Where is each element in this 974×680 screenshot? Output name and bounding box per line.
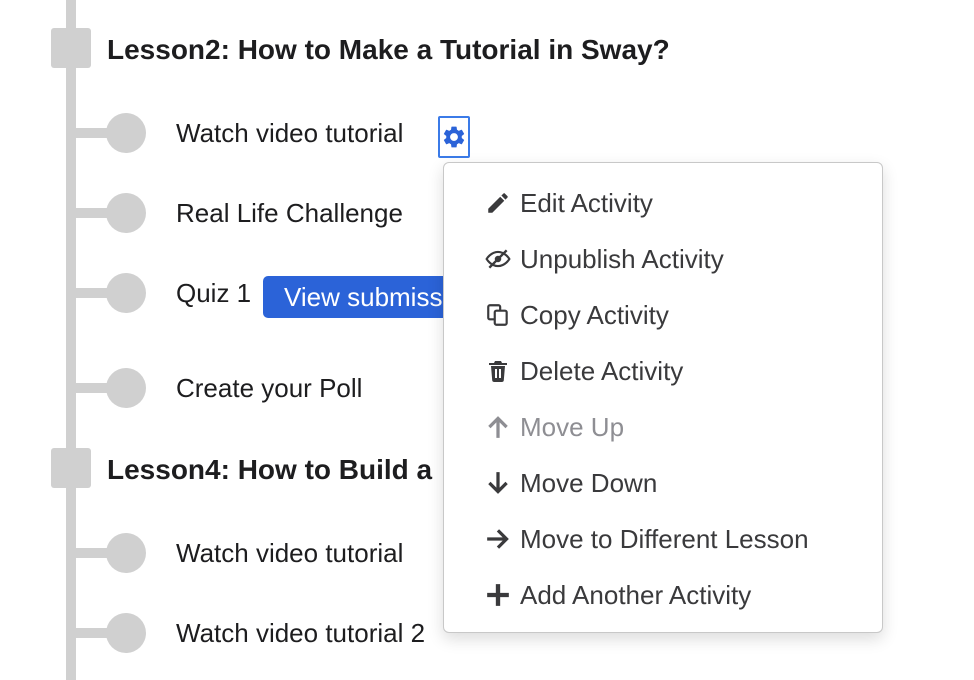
arrow-up-icon — [484, 413, 512, 441]
activity-marker — [106, 273, 146, 313]
lesson-marker — [51, 448, 91, 488]
plus-icon — [484, 581, 512, 609]
menu-item-label: Move to Different Lesson — [520, 523, 809, 554]
menu-item-label: Copy Activity — [520, 299, 669, 330]
menu-item-label: Move Up — [520, 411, 625, 442]
pencil-icon — [484, 189, 512, 217]
activity-marker — [106, 368, 146, 408]
activity-label-real-life-challenge[interactable]: Real Life Challenge — [176, 198, 403, 229]
activity-marker — [106, 113, 146, 153]
view-submissions-button[interactable]: View submissions — [263, 276, 463, 318]
activity-label-quiz-1[interactable]: Quiz 1 — [176, 278, 251, 309]
copy-icon — [484, 301, 512, 329]
menu-item-delete-activity[interactable]: Delete Activity — [484, 351, 683, 391]
eye-slash-icon — [484, 245, 512, 273]
activity-label-create-your-poll[interactable]: Create your Poll — [176, 373, 362, 404]
activity-context-menu: Edit Activity Unpublish Activity Copy Ac… — [443, 162, 883, 633]
menu-item-move-down[interactable]: Move Down — [484, 463, 657, 503]
menu-item-label: Add Another Activity — [520, 579, 752, 610]
activity-label-watch-video-tutorial[interactable]: Watch video tutorial — [176, 538, 403, 569]
activity-label-watch-video-tutorial[interactable]: Watch video tutorial — [176, 118, 403, 149]
gear-icon — [443, 126, 465, 148]
menu-item-edit-activity[interactable]: Edit Activity — [484, 183, 653, 223]
activity-marker — [106, 613, 146, 653]
timeline-rail — [66, 0, 76, 680]
activity-marker — [106, 533, 146, 573]
menu-item-copy-activity[interactable]: Copy Activity — [484, 295, 669, 335]
lesson-title[interactable]: Lesson2: How to Make a Tutorial in Sway? — [107, 34, 670, 66]
activity-marker — [106, 193, 146, 233]
arrow-down-icon — [484, 469, 512, 497]
menu-item-add-another-activity[interactable]: Add Another Activity — [484, 575, 751, 615]
menu-item-label: Move Down — [520, 467, 658, 498]
menu-item-move-to-different-lesson[interactable]: Move to Different Lesson — [484, 519, 809, 559]
activity-label-watch-video-tutorial-2[interactable]: Watch video tutorial 2 — [176, 618, 425, 649]
menu-item-label: Unpublish Activity — [520, 243, 724, 274]
menu-item-unpublish-activity[interactable]: Unpublish Activity — [484, 239, 724, 279]
lesson-title[interactable]: Lesson4: How to Build a — [107, 454, 432, 486]
menu-item-label: Edit Activity — [520, 187, 653, 218]
trash-icon — [484, 357, 512, 385]
lesson-marker — [51, 28, 91, 68]
menu-item-label: Delete Activity — [520, 355, 684, 386]
menu-item-move-up: Move Up — [484, 407, 624, 447]
arrow-right-icon — [484, 525, 512, 553]
activity-settings-button[interactable] — [438, 116, 470, 158]
